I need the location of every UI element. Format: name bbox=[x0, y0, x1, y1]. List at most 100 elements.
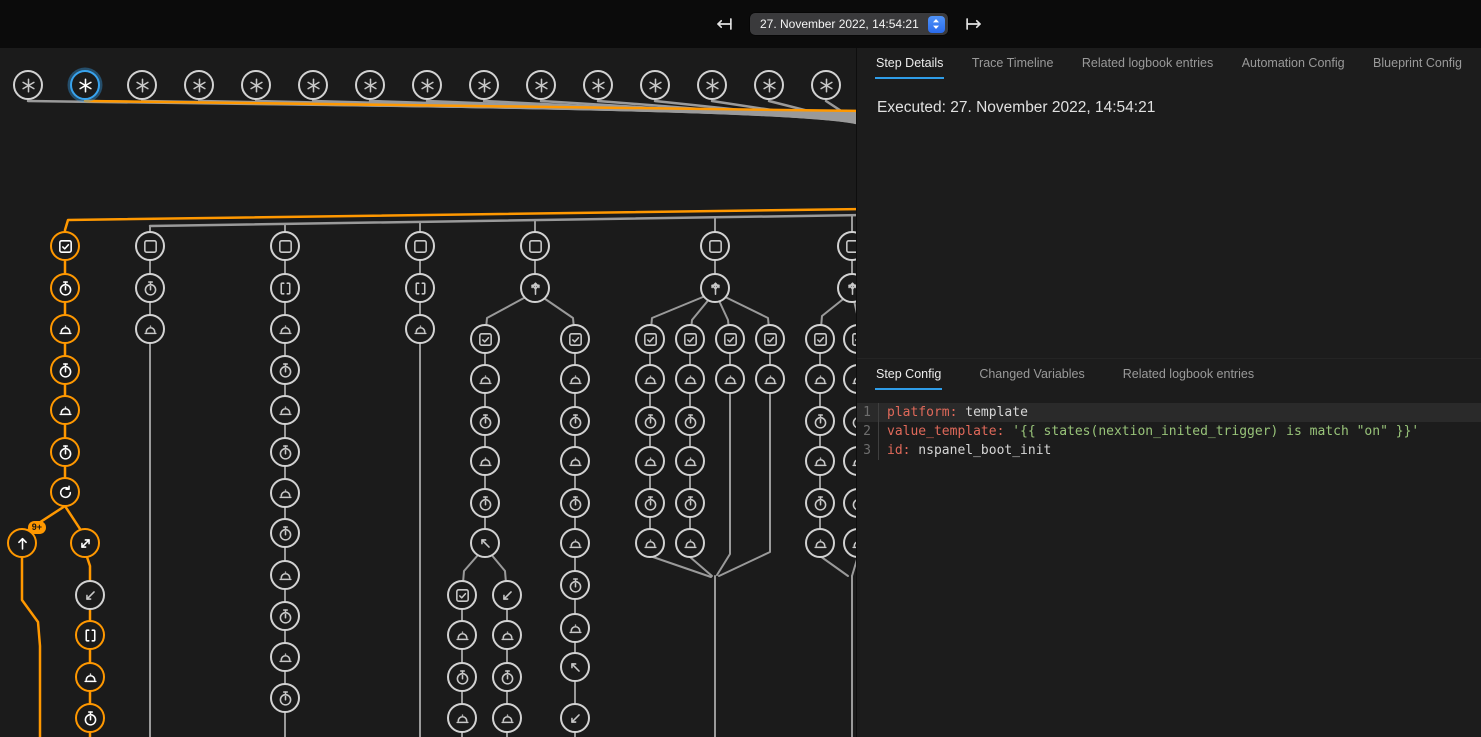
trace-node-brackets[interactable] bbox=[270, 273, 300, 303]
trace-node-asterisk[interactable] bbox=[412, 70, 442, 100]
trace-node-service[interactable] bbox=[560, 446, 590, 476]
trace-node-service[interactable] bbox=[805, 446, 835, 476]
trace-node-service[interactable] bbox=[50, 395, 80, 425]
trace-node-timer[interactable] bbox=[675, 406, 705, 436]
subtab-changed-variables[interactable]: Changed Variables bbox=[978, 359, 1085, 390]
trace-node-split[interactable] bbox=[520, 273, 550, 303]
trace-node-service[interactable] bbox=[405, 314, 435, 344]
trace-node-service[interactable] bbox=[675, 528, 705, 558]
trace-node-timer[interactable] bbox=[560, 406, 590, 436]
trace-node-service[interactable] bbox=[675, 446, 705, 476]
trace-node-service[interactable] bbox=[447, 703, 477, 733]
trace-node-timer[interactable] bbox=[50, 355, 80, 385]
trace-node-service[interactable] bbox=[560, 364, 590, 394]
trace-node-timer[interactable] bbox=[635, 488, 665, 518]
trace-node-brackets[interactable] bbox=[75, 620, 105, 650]
trace-node-service[interactable] bbox=[270, 478, 300, 508]
trace-node-asterisk[interactable] bbox=[640, 70, 670, 100]
trace-node-brackets[interactable] bbox=[405, 273, 435, 303]
trace-node-check-square[interactable] bbox=[447, 580, 477, 610]
trace-node-timer[interactable] bbox=[560, 488, 590, 518]
trace-node-service[interactable] bbox=[635, 364, 665, 394]
trace-node-timer[interactable] bbox=[635, 406, 665, 436]
trace-node-asterisk[interactable] bbox=[697, 70, 727, 100]
previous-run-button[interactable] bbox=[712, 12, 736, 36]
trace-node-service[interactable] bbox=[492, 620, 522, 650]
trace-node-timer[interactable] bbox=[270, 355, 300, 385]
tab-automation-config[interactable]: Automation Config bbox=[1241, 48, 1346, 79]
trace-node-service[interactable] bbox=[560, 528, 590, 558]
trace-node-service[interactable] bbox=[470, 364, 500, 394]
trace-node-service[interactable] bbox=[805, 528, 835, 558]
trace-node-arrows-diag[interactable] bbox=[70, 528, 100, 558]
trace-node-arrow-dl[interactable] bbox=[560, 703, 590, 733]
trace-node-service[interactable] bbox=[470, 446, 500, 476]
trace-node-arrow-up[interactable]: 9+ bbox=[7, 528, 37, 558]
trace-node-check-square[interactable] bbox=[805, 324, 835, 354]
trace-node-timer[interactable] bbox=[492, 662, 522, 692]
trace-node-check-square[interactable] bbox=[715, 324, 745, 354]
trace-node-service[interactable] bbox=[270, 314, 300, 344]
trace-node-arrow-ul[interactable] bbox=[560, 652, 590, 682]
trace-node-square[interactable] bbox=[270, 231, 300, 261]
trace-node-service[interactable] bbox=[447, 620, 477, 650]
trace-node-asterisk[interactable] bbox=[754, 70, 784, 100]
tab-step-details[interactable]: Step Details bbox=[875, 48, 944, 79]
trace-node-timer[interactable] bbox=[270, 683, 300, 713]
trace-node-timer[interactable] bbox=[447, 662, 477, 692]
trace-node-asterisk[interactable] bbox=[127, 70, 157, 100]
trace-node-check-square[interactable] bbox=[755, 324, 785, 354]
trace-node-timer[interactable] bbox=[560, 570, 590, 600]
tab-related-logbook-entries[interactable]: Related logbook entries bbox=[1081, 48, 1214, 79]
trace-node-square[interactable] bbox=[700, 231, 730, 261]
trace-node-service[interactable] bbox=[75, 662, 105, 692]
trace-node-timer[interactable] bbox=[270, 518, 300, 548]
trace-node-check-square[interactable] bbox=[560, 324, 590, 354]
trace-node-timer[interactable] bbox=[805, 488, 835, 518]
trace-node-service[interactable] bbox=[560, 613, 590, 643]
trace-node-asterisk[interactable] bbox=[184, 70, 214, 100]
trace-node-service[interactable] bbox=[635, 446, 665, 476]
trace-node-asterisk[interactable] bbox=[583, 70, 613, 100]
trace-node-square[interactable] bbox=[135, 231, 165, 261]
subtab-step-config[interactable]: Step Config bbox=[875, 359, 942, 390]
trace-node-timer[interactable] bbox=[470, 406, 500, 436]
trace-node-service[interactable] bbox=[270, 560, 300, 590]
trace-node-asterisk[interactable] bbox=[811, 70, 841, 100]
trace-node-service[interactable] bbox=[135, 314, 165, 344]
tab-trace-timeline[interactable]: Trace Timeline bbox=[971, 48, 1055, 79]
trace-node-check-square[interactable] bbox=[50, 231, 80, 261]
trace-node-timer[interactable] bbox=[675, 488, 705, 518]
trace-node-arrow-dl[interactable] bbox=[492, 580, 522, 610]
subtab-related-logbook-entries[interactable]: Related logbook entries bbox=[1122, 359, 1255, 390]
trace-node-square[interactable] bbox=[520, 231, 550, 261]
run-select[interactable]: 27. November 2022, 14:54:21 bbox=[750, 13, 948, 35]
trace-node-timer[interactable] bbox=[270, 601, 300, 631]
trace-node-service[interactable] bbox=[755, 364, 785, 394]
next-run-button[interactable] bbox=[962, 12, 986, 36]
trace-node-service[interactable] bbox=[492, 703, 522, 733]
trace-node-arrow-dl[interactable] bbox=[75, 580, 105, 610]
trace-node-repeat[interactable] bbox=[50, 477, 80, 507]
trace-node-asterisk[interactable] bbox=[469, 70, 499, 100]
trace-node-timer[interactable] bbox=[470, 488, 500, 518]
trace-node-asterisk[interactable] bbox=[526, 70, 556, 100]
trace-node-service[interactable] bbox=[805, 364, 835, 394]
tab-blueprint-config[interactable]: Blueprint Config bbox=[1372, 48, 1463, 79]
trace-node-service[interactable] bbox=[675, 364, 705, 394]
trace-node-timer[interactable] bbox=[805, 406, 835, 436]
trace-node-timer[interactable] bbox=[75, 703, 105, 733]
trace-node-asterisk[interactable] bbox=[13, 70, 43, 100]
trace-node-asterisk[interactable] bbox=[241, 70, 271, 100]
trace-node-service[interactable] bbox=[270, 642, 300, 672]
trace-node-check-square[interactable] bbox=[635, 324, 665, 354]
trace-node-timer[interactable] bbox=[270, 437, 300, 467]
trace-node-service[interactable] bbox=[635, 528, 665, 558]
trace-node-service[interactable] bbox=[270, 395, 300, 425]
trace-node-check-square[interactable] bbox=[675, 324, 705, 354]
trace-node-timer[interactable] bbox=[135, 273, 165, 303]
trace-node-square[interactable] bbox=[405, 231, 435, 261]
trace-node-arrow-ul[interactable] bbox=[470, 528, 500, 558]
trace-node-service[interactable] bbox=[50, 314, 80, 344]
trace-node-timer[interactable] bbox=[50, 273, 80, 303]
